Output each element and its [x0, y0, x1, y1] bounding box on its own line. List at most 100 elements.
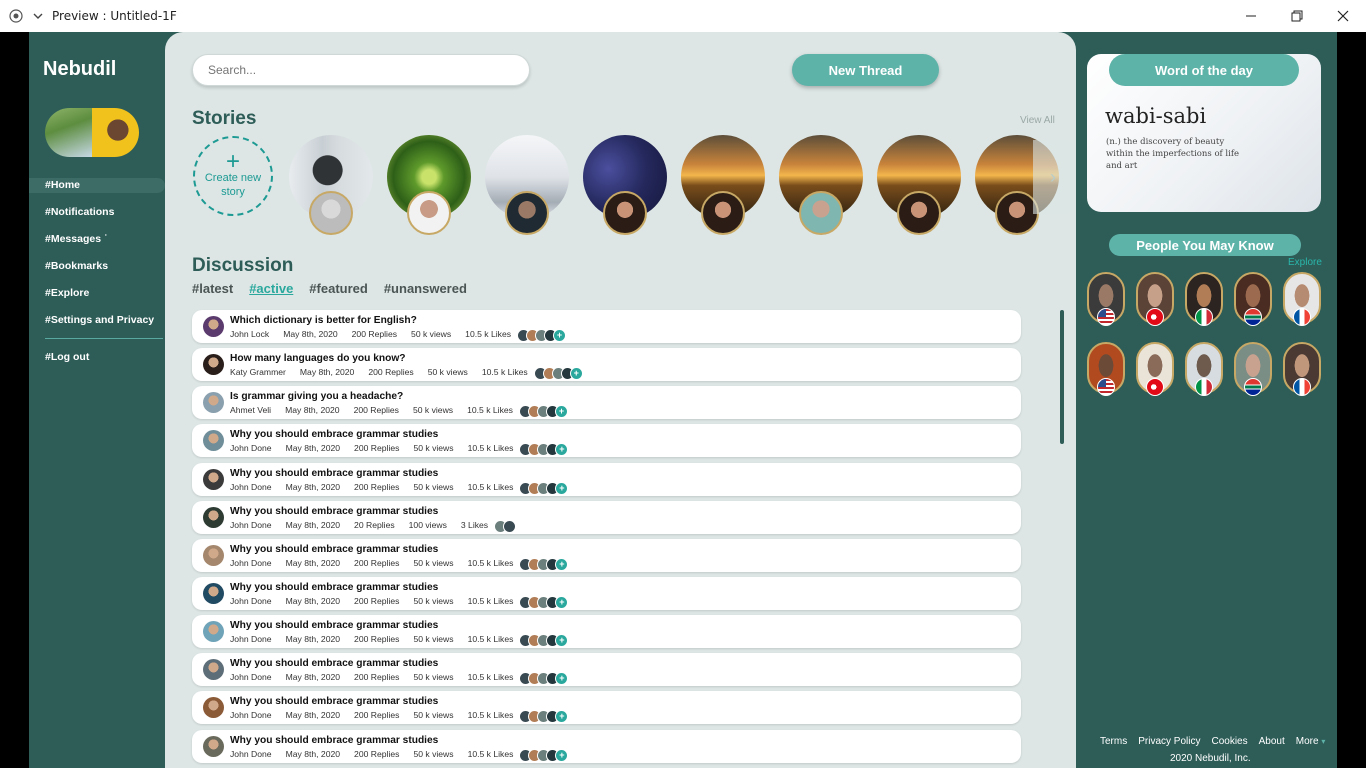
thread-title[interactable]: Why you should embrace grammar studies — [230, 696, 438, 707]
participant-avatars[interactable]: + — [519, 481, 569, 495]
story-item[interactable] — [779, 135, 863, 235]
thread-list-scrollbar[interactable] — [1060, 310, 1064, 444]
thread-author[interactable]: Katy Grammer — [230, 367, 286, 380]
filter-latest[interactable]: #latest — [192, 281, 233, 296]
thread-author-avatar[interactable] — [203, 430, 224, 452]
thread-author-avatar[interactable] — [203, 582, 224, 604]
thread-title[interactable]: Which dictionary is better for English? — [230, 315, 417, 326]
word-of-day-card[interactable]: Word of the day wabi-sabi (n.) the disco… — [1087, 54, 1321, 212]
thread-row[interactable]: Why you should embrace grammar studies Jo… — [192, 653, 1021, 687]
thread-title[interactable]: Why you should embrace grammar studies — [230, 582, 438, 593]
story-item[interactable] — [681, 135, 765, 235]
person-card[interactable] — [1185, 342, 1223, 396]
thread-row[interactable]: Is grammar giving you a headache? Ahmet V… — [192, 386, 1021, 420]
thread-row[interactable]: Why you should embrace grammar studies Jo… — [192, 424, 1021, 458]
thread-author[interactable]: John Done — [230, 634, 272, 647]
thread-row[interactable]: Why you should embrace grammar studies Jo… — [192, 691, 1021, 725]
thread-author[interactable]: John Done — [230, 749, 272, 762]
minimize-button[interactable] — [1228, 0, 1274, 32]
participant-avatars[interactable]: + — [519, 634, 569, 648]
stories-next-button[interactable]: › — [1033, 140, 1073, 214]
footer-more[interactable]: More ▾ — [1296, 736, 1326, 747]
story-item[interactable] — [289, 135, 373, 235]
chevron-down-icon[interactable] — [28, 6, 48, 26]
new-thread-button[interactable]: New Thread — [792, 54, 939, 86]
participant-avatars[interactable]: + — [519, 557, 569, 571]
thread-title[interactable]: Why you should embrace grammar studies — [230, 506, 438, 517]
thread-author-avatar[interactable] — [203, 354, 224, 376]
story-item[interactable] — [387, 135, 471, 235]
thread-author-avatar[interactable] — [203, 392, 224, 414]
person-card[interactable] — [1087, 342, 1125, 396]
thread-author[interactable]: John Done — [230, 443, 272, 456]
footer-cookies[interactable]: Cookies — [1211, 736, 1247, 747]
participant-avatars[interactable]: + — [517, 329, 567, 342]
filter-featured[interactable]: #featured — [309, 281, 368, 296]
thread-author[interactable]: John Done — [230, 672, 272, 685]
participant-avatars[interactable]: + — [518, 405, 568, 419]
sidebar-item-notifications[interactable]: #Notifications — [29, 205, 165, 220]
thread-author-avatar[interactable] — [203, 697, 224, 719]
story-item[interactable] — [877, 135, 961, 235]
thread-row[interactable]: How many languages do you know? Katy Gram… — [192, 348, 1021, 382]
participant-avatars[interactable]: + — [519, 672, 569, 686]
thread-author[interactable]: John Done — [230, 482, 272, 495]
person-card[interactable] — [1087, 272, 1125, 326]
participant-avatars[interactable]: + — [519, 595, 569, 609]
person-card[interactable] — [1234, 342, 1272, 396]
maximize-button[interactable] — [1274, 0, 1320, 32]
thread-author[interactable]: John Done — [230, 710, 272, 723]
sidebar-item-bookmarks[interactable]: #Bookmarks — [29, 259, 165, 274]
sidebar-item-home[interactable]: #Home — [29, 178, 165, 193]
thread-author-avatar[interactable] — [203, 506, 224, 528]
sidebar-item-settings[interactable]: #Settings and Privacy — [29, 313, 165, 328]
thread-title[interactable]: Why you should embrace grammar studies — [230, 658, 438, 669]
thread-title[interactable]: Why you should embrace grammar studies — [230, 468, 438, 479]
thread-row[interactable]: Why you should embrace grammar studies Jo… — [192, 462, 1021, 496]
thread-author-avatar[interactable] — [203, 659, 224, 681]
thread-author[interactable]: John Done — [230, 558, 272, 571]
brand-logo[interactable]: Nebudil — [43, 58, 116, 81]
person-card[interactable] — [1283, 342, 1321, 396]
thread-author[interactable]: John Done — [230, 520, 272, 533]
thread-title[interactable]: How many languages do you know? — [230, 353, 405, 364]
sidebar-item-messages[interactable]: #Messages ˙ — [29, 232, 165, 247]
sidebar-item-logout[interactable]: #Log out — [29, 350, 165, 365]
thread-title[interactable]: Why you should embrace grammar studies — [230, 429, 438, 440]
thread-author-avatar[interactable] — [203, 544, 224, 566]
thread-title[interactable]: Why you should embrace grammar studies — [230, 620, 438, 631]
thread-author-avatar[interactable] — [203, 468, 224, 490]
close-button[interactable] — [1320, 0, 1366, 32]
thread-row[interactable]: Why you should embrace grammar studies Jo… — [192, 729, 1021, 763]
footer-about[interactable]: About — [1259, 736, 1285, 747]
footer-terms[interactable]: Terms — [1100, 736, 1127, 747]
thread-author[interactable]: John Done — [230, 596, 272, 609]
thread-author[interactable]: John Lock — [230, 329, 269, 342]
person-card[interactable] — [1234, 272, 1272, 326]
person-card[interactable] — [1185, 272, 1223, 326]
filter-active[interactable]: #active — [249, 281, 293, 296]
participant-avatars[interactable]: + — [519, 443, 569, 457]
footer-privacy[interactable]: Privacy Policy — [1138, 736, 1200, 747]
story-item[interactable] — [583, 135, 667, 235]
explore-link[interactable]: Explore — [1288, 257, 1322, 268]
thread-row[interactable]: Why you should embrace grammar studies Jo… — [192, 538, 1021, 572]
thread-author[interactable]: Ahmet Veli — [230, 405, 271, 418]
thread-title[interactable]: Why you should embrace grammar studies — [230, 735, 438, 746]
search-input[interactable] — [192, 54, 530, 86]
thread-row[interactable]: Which dictionary is better for English? J… — [192, 310, 1021, 343]
thread-author-avatar[interactable] — [203, 621, 224, 643]
participant-avatars[interactable]: + — [519, 710, 569, 724]
profile-avatar[interactable] — [45, 108, 139, 157]
thread-author-avatar[interactable] — [203, 735, 224, 757]
story-item[interactable] — [485, 135, 569, 235]
thread-row[interactable]: Why you should embrace grammar studies Jo… — [192, 500, 1021, 534]
thread-title[interactable]: Is grammar giving you a headache? — [230, 391, 403, 402]
person-card[interactable] — [1136, 272, 1174, 326]
sidebar-item-explore[interactable]: #Explore — [29, 286, 165, 301]
app-icon[interactable] — [6, 6, 26, 26]
person-card[interactable] — [1136, 342, 1174, 396]
thread-title[interactable]: Why you should embrace grammar studies — [230, 544, 438, 555]
create-story-button[interactable]: + Create new story — [193, 136, 273, 216]
participant-avatars[interactable]: + — [519, 748, 569, 762]
